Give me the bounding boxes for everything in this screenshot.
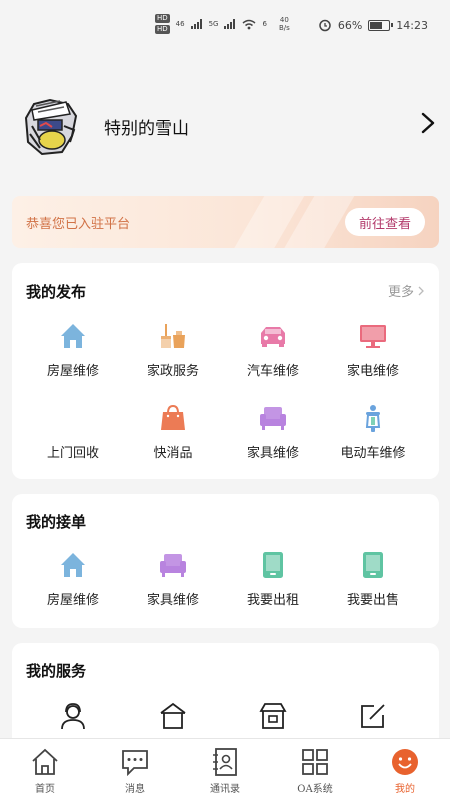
grid-item-label: 上门回收	[46, 446, 99, 461]
speed-value: 40	[279, 16, 289, 24]
grid-item-label: 电动车维修	[340, 446, 406, 461]
grid-item-label: 我要出租	[246, 593, 299, 608]
store-icon	[157, 700, 189, 732]
tab-item[interactable]: 通讯录	[180, 747, 270, 795]
join-banner[interactable]: 恭喜您已入驻平台 前往查看	[12, 196, 439, 248]
tab-label: 首页	[35, 784, 55, 795]
tab-item[interactable]: OA系统	[270, 747, 360, 795]
grid-item[interactable]: 电动车维修	[320, 402, 426, 461]
alarm-icon	[319, 19, 331, 32]
bottom-tab-bar: 首页 消息 通讯录 OA系统 我的	[0, 738, 450, 800]
network-label-1: 46	[175, 20, 185, 28]
speed-unit: B/s	[278, 24, 290, 32]
status-bar: HD HD 46 5G 6 40 B/s 66% 14:23	[0, 0, 450, 48]
grid-icon	[300, 747, 330, 777]
banner-text: 恭喜您已入驻平台	[26, 217, 131, 232]
house-icon	[57, 320, 89, 352]
customer-service-icon	[57, 700, 89, 732]
grid-item[interactable]: 上门回收	[20, 402, 126, 461]
username: 特别的雪山	[104, 119, 189, 139]
my-publish-title: 我的发布	[26, 283, 87, 301]
grid-item[interactable]: 家具维修	[120, 549, 226, 608]
tab-item[interactable]: 消息	[90, 747, 180, 795]
grid-item[interactable]: 家具维修	[220, 402, 326, 461]
chevron-right-icon[interactable]	[416, 110, 440, 136]
status-left: HD HD 46 5G 6 40 B/s	[155, 14, 290, 34]
signal-icon	[190, 19, 202, 29]
tv-icon	[357, 320, 389, 352]
tab-label: OA系统	[297, 784, 333, 795]
network-label-3: 6	[262, 20, 267, 28]
battery-percent: 66%	[337, 18, 363, 32]
grid-item-label: 房屋维修	[46, 593, 99, 608]
grid-item[interactable]: 家电维修	[320, 320, 426, 379]
chevron-right-small-icon	[418, 286, 424, 295]
broom-bucket-icon	[157, 320, 189, 352]
tab-label: 通讯录	[210, 784, 240, 795]
avatar[interactable]	[20, 96, 80, 158]
grid-item-label: 家电维修	[346, 364, 399, 379]
grid-item[interactable]: 房屋维修	[20, 549, 126, 608]
my-publish-card: 我的发布 更多 房屋维修 家政服务 汽车维修 家电维修上门回收 快消品 家具维修 电动车维修	[12, 263, 439, 479]
contacts-icon	[210, 747, 240, 777]
blank-icon	[57, 402, 89, 434]
grid-item[interactable]: 我要出售	[320, 549, 426, 608]
status-right: 66% 14:23	[318, 18, 428, 32]
tab-item[interactable]: 我的	[360, 747, 450, 795]
profile-icon	[390, 747, 420, 777]
grid-item-label: 汽车维修	[246, 364, 299, 379]
more-label: 更多	[387, 285, 414, 300]
my-services-title: 我的服务	[26, 662, 87, 680]
message-icon	[120, 747, 150, 777]
signal-icon-2	[224, 19, 236, 29]
tab-item[interactable]: 首页	[0, 747, 90, 795]
network-label-2: 5G	[208, 20, 219, 28]
grid-item-label: 我要出售	[346, 593, 399, 608]
my-orders-card: 我的接单 房屋维修 家具维修 我要出租 我要出售	[12, 494, 439, 628]
tablet-icon	[257, 549, 289, 581]
shopping-bag-icon	[157, 402, 189, 434]
more-link[interactable]: 更多	[388, 281, 425, 300]
grid-item[interactable]: 我要出租	[220, 549, 326, 608]
sofa-icon	[257, 402, 289, 434]
wifi-icon	[242, 19, 256, 29]
tab-label: 我的	[395, 784, 415, 795]
sofa-icon	[157, 549, 189, 581]
grid-item[interactable]: 快消品	[120, 402, 226, 461]
hd-badge-2: HD	[155, 25, 170, 34]
tablet-icon	[357, 549, 389, 581]
tab-label: 消息	[125, 784, 145, 795]
grid-item-label: 家政服务	[146, 364, 199, 379]
grid-item[interactable]	[220, 700, 326, 732]
shop-icon	[257, 700, 289, 732]
clock: 14:23	[396, 18, 428, 32]
grid-item[interactable]: 房屋维修	[20, 320, 126, 379]
my-orders-title: 我的接单	[26, 513, 87, 531]
car-icon	[257, 320, 289, 352]
profile-header[interactable]: 特别的雪山	[0, 88, 450, 178]
grid-item-label: 房屋维修	[46, 364, 99, 379]
grid-item[interactable]	[20, 700, 126, 732]
scooter-icon	[357, 402, 389, 434]
grid-item[interactable]: 汽车维修	[220, 320, 326, 379]
battery-icon	[368, 19, 394, 31]
grid-item[interactable]: 家政服务	[120, 320, 226, 379]
view-button[interactable]: 前往查看	[345, 208, 425, 236]
grid-item-label: 家具维修	[146, 593, 199, 608]
home-icon	[30, 747, 60, 777]
grid-item[interactable]	[320, 700, 426, 732]
grid-item-label: 快消品	[153, 446, 193, 461]
house-icon	[57, 549, 89, 581]
grid-item-label: 家具维修	[246, 446, 299, 461]
edit-icon	[357, 700, 389, 732]
grid-item[interactable]	[120, 700, 226, 732]
hd-badge-1: HD	[155, 14, 170, 23]
